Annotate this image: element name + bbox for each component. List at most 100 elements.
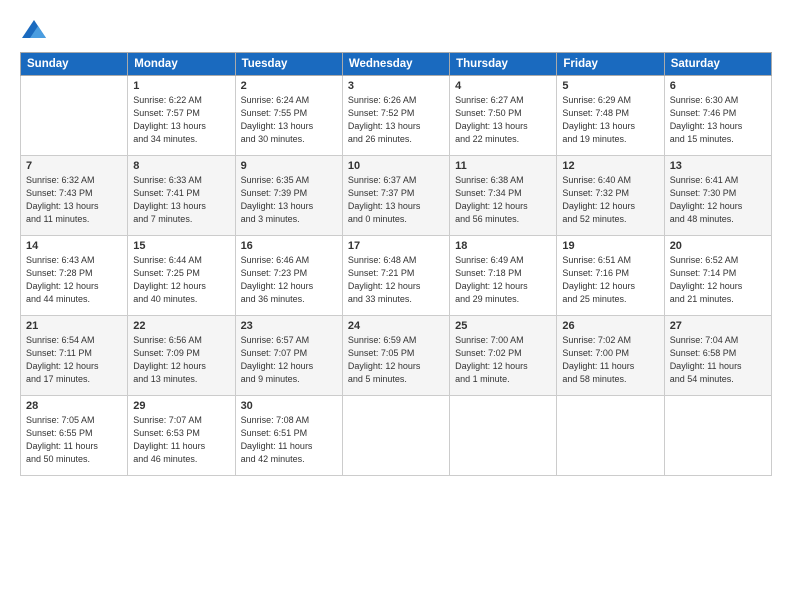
day-detail: Sunrise: 7:00 AM Sunset: 7:02 PM Dayligh…: [455, 334, 551, 386]
header-cell-thursday: Thursday: [450, 53, 557, 76]
header-cell-sunday: Sunday: [21, 53, 128, 76]
day-number: 6: [670, 80, 766, 92]
day-number: 11: [455, 160, 551, 172]
day-number: 25: [455, 320, 551, 332]
day-detail: Sunrise: 7:04 AM Sunset: 6:58 PM Dayligh…: [670, 334, 766, 386]
day-detail: Sunrise: 6:56 AM Sunset: 7:09 PM Dayligh…: [133, 334, 229, 386]
calendar-cell: 8 Sunrise: 6:33 AM Sunset: 7:41 PM Daylig…: [128, 156, 235, 236]
calendar-cell: 30 Sunrise: 7:08 AM Sunset: 6:51 PM Dayli…: [235, 396, 342, 476]
day-number: 17: [348, 240, 444, 252]
day-number: 20: [670, 240, 766, 252]
header-cell-tuesday: Tuesday: [235, 53, 342, 76]
day-detail: Sunrise: 6:37 AM Sunset: 7:37 PM Dayligh…: [348, 174, 444, 226]
calendar-cell: 19 Sunrise: 6:51 AM Sunset: 7:16 PM Dayli…: [557, 236, 664, 316]
calendar-cell: 7 Sunrise: 6:32 AM Sunset: 7:43 PM Daylig…: [21, 156, 128, 236]
page: SundayMondayTuesdayWednesdayThursdayFrid…: [0, 0, 792, 612]
header-row: SundayMondayTuesdayWednesdayThursdayFrid…: [21, 53, 772, 76]
day-number: 8: [133, 160, 229, 172]
week-row-5: 28 Sunrise: 7:05 AM Sunset: 6:55 PM Dayli…: [21, 396, 772, 476]
calendar-cell: 21 Sunrise: 6:54 AM Sunset: 7:11 PM Dayli…: [21, 316, 128, 396]
day-detail: Sunrise: 6:51 AM Sunset: 7:16 PM Dayligh…: [562, 254, 658, 306]
header-cell-saturday: Saturday: [664, 53, 771, 76]
calendar-cell: 13 Sunrise: 6:41 AM Sunset: 7:30 PM Dayli…: [664, 156, 771, 236]
week-row-2: 7 Sunrise: 6:32 AM Sunset: 7:43 PM Daylig…: [21, 156, 772, 236]
calendar-cell: [450, 396, 557, 476]
day-number: 13: [670, 160, 766, 172]
day-number: 3: [348, 80, 444, 92]
day-number: 26: [562, 320, 658, 332]
calendar-cell: 23 Sunrise: 6:57 AM Sunset: 7:07 PM Dayli…: [235, 316, 342, 396]
calendar-cell: 6Sunrise: 6:30 AM Sunset: 7:46 PM Daylig…: [664, 76, 771, 156]
day-number: 2: [241, 80, 337, 92]
calendar-cell: 10 Sunrise: 6:37 AM Sunset: 7:37 PM Dayli…: [342, 156, 449, 236]
week-row-3: 14 Sunrise: 6:43 AM Sunset: 7:28 PM Dayli…: [21, 236, 772, 316]
header-section: [20, 16, 772, 44]
logo-icon: [20, 16, 48, 44]
calendar-cell: 17 Sunrise: 6:48 AM Sunset: 7:21 PM Dayli…: [342, 236, 449, 316]
calendar-cell: 24Sunrise: 6:59 AM Sunset: 7:05 PM Dayli…: [342, 316, 449, 396]
day-detail: Sunrise: 7:08 AM Sunset: 6:51 PM Dayligh…: [241, 414, 337, 466]
calendar-cell: 9Sunrise: 6:35 AM Sunset: 7:39 PM Daylig…: [235, 156, 342, 236]
day-number: 9: [241, 160, 337, 172]
day-number: 29: [133, 400, 229, 412]
week-row-4: 21 Sunrise: 6:54 AM Sunset: 7:11 PM Dayli…: [21, 316, 772, 396]
calendar-cell: 22 Sunrise: 6:56 AM Sunset: 7:09 PM Dayli…: [128, 316, 235, 396]
calendar-cell: 16 Sunrise: 6:46 AM Sunset: 7:23 PM Dayli…: [235, 236, 342, 316]
calendar-cell: 14 Sunrise: 6:43 AM Sunset: 7:28 PM Dayli…: [21, 236, 128, 316]
calendar-cell: [557, 396, 664, 476]
day-number: 15: [133, 240, 229, 252]
day-detail: Sunrise: 6:41 AM Sunset: 7:30 PM Dayligh…: [670, 174, 766, 226]
day-detail: Sunrise: 7:07 AM Sunset: 6:53 PM Dayligh…: [133, 414, 229, 466]
day-number: 12: [562, 160, 658, 172]
day-number: 22: [133, 320, 229, 332]
day-detail: Sunrise: 6:52 AM Sunset: 7:14 PM Dayligh…: [670, 254, 766, 306]
day-number: 23: [241, 320, 337, 332]
calendar-cell: 2 Sunrise: 6:24 AM Sunset: 7:55 PM Daylig…: [235, 76, 342, 156]
day-number: 18: [455, 240, 551, 252]
calendar-cell: [21, 76, 128, 156]
day-number: 16: [241, 240, 337, 252]
day-number: 14: [26, 240, 122, 252]
day-number: 1: [133, 80, 229, 92]
day-number: 7: [26, 160, 122, 172]
day-detail: Sunrise: 6:26 AM Sunset: 7:52 PM Dayligh…: [348, 94, 444, 146]
calendar-cell: 5 Sunrise: 6:29 AM Sunset: 7:48 PM Daylig…: [557, 76, 664, 156]
week-row-1: 1 Sunrise: 6:22 AM Sunset: 7:57 PM Daylig…: [21, 76, 772, 156]
day-number: 30: [241, 400, 337, 412]
day-detail: Sunrise: 6:57 AM Sunset: 7:07 PM Dayligh…: [241, 334, 337, 386]
calendar-cell: 27 Sunrise: 7:04 AM Sunset: 6:58 PM Dayli…: [664, 316, 771, 396]
day-detail: Sunrise: 6:48 AM Sunset: 7:21 PM Dayligh…: [348, 254, 444, 306]
calendar-table: SundayMondayTuesdayWednesdayThursdayFrid…: [20, 52, 772, 476]
day-detail: Sunrise: 7:05 AM Sunset: 6:55 PM Dayligh…: [26, 414, 122, 466]
day-detail: Sunrise: 6:40 AM Sunset: 7:32 PM Dayligh…: [562, 174, 658, 226]
day-detail: Sunrise: 6:46 AM Sunset: 7:23 PM Dayligh…: [241, 254, 337, 306]
calendar-cell: 29 Sunrise: 7:07 AM Sunset: 6:53 PM Dayli…: [128, 396, 235, 476]
day-detail: Sunrise: 7:02 AM Sunset: 7:00 PM Dayligh…: [562, 334, 658, 386]
calendar-cell: 1 Sunrise: 6:22 AM Sunset: 7:57 PM Daylig…: [128, 76, 235, 156]
day-detail: Sunrise: 6:54 AM Sunset: 7:11 PM Dayligh…: [26, 334, 122, 386]
day-number: 5: [562, 80, 658, 92]
calendar-cell: 15Sunrise: 6:44 AM Sunset: 7:25 PM Dayli…: [128, 236, 235, 316]
day-detail: Sunrise: 6:22 AM Sunset: 7:57 PM Dayligh…: [133, 94, 229, 146]
day-detail: Sunrise: 6:32 AM Sunset: 7:43 PM Dayligh…: [26, 174, 122, 226]
calendar-cell: 26 Sunrise: 7:02 AM Sunset: 7:00 PM Dayli…: [557, 316, 664, 396]
day-detail: Sunrise: 6:24 AM Sunset: 7:55 PM Dayligh…: [241, 94, 337, 146]
day-number: 10: [348, 160, 444, 172]
day-number: 19: [562, 240, 658, 252]
calendar-cell: [342, 396, 449, 476]
header-cell-monday: Monday: [128, 53, 235, 76]
calendar-cell: 4Sunrise: 6:27 AM Sunset: 7:50 PM Daylig…: [450, 76, 557, 156]
calendar-cell: 18 Sunrise: 6:49 AM Sunset: 7:18 PM Dayli…: [450, 236, 557, 316]
calendar-cell: 28 Sunrise: 7:05 AM Sunset: 6:55 PM Dayli…: [21, 396, 128, 476]
day-detail: Sunrise: 6:59 AM Sunset: 7:05 PM Dayligh…: [348, 334, 444, 386]
day-detail: Sunrise: 6:49 AM Sunset: 7:18 PM Dayligh…: [455, 254, 551, 306]
day-number: 4: [455, 80, 551, 92]
day-number: 27: [670, 320, 766, 332]
day-number: 21: [26, 320, 122, 332]
day-detail: Sunrise: 6:33 AM Sunset: 7:41 PM Dayligh…: [133, 174, 229, 226]
day-number: 28: [26, 400, 122, 412]
day-detail: Sunrise: 6:29 AM Sunset: 7:48 PM Dayligh…: [562, 94, 658, 146]
header-cell-friday: Friday: [557, 53, 664, 76]
calendar-cell: 12 Sunrise: 6:40 AM Sunset: 7:32 PM Dayli…: [557, 156, 664, 236]
day-detail: Sunrise: 6:43 AM Sunset: 7:28 PM Dayligh…: [26, 254, 122, 306]
